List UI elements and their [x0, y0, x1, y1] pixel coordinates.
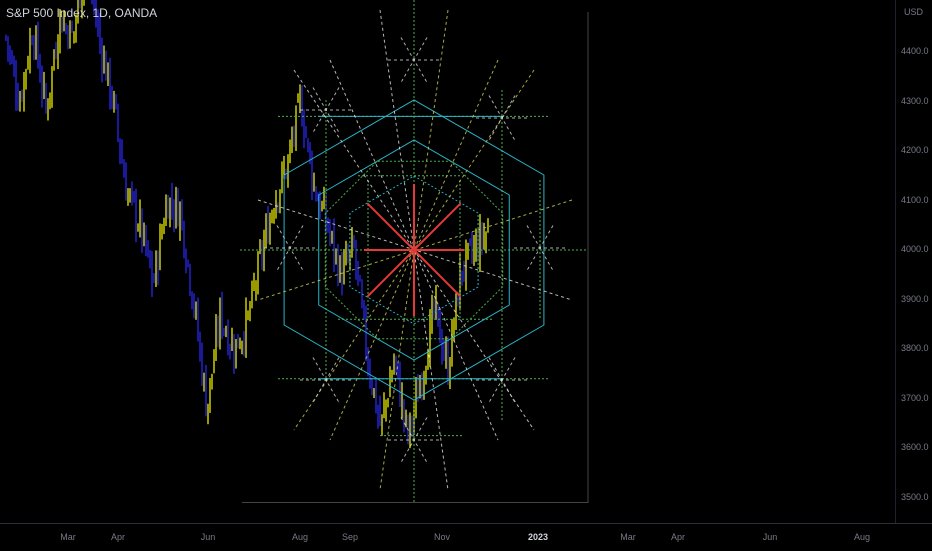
price-tick: 4100.0 — [901, 194, 929, 205]
symbol-label: S&P 500 Index, 1D, OANDA — [6, 6, 158, 20]
time-tick: Jun — [200, 532, 216, 542]
price-tick: 4300.0 — [901, 95, 929, 106]
price-tick: 3600.0 — [901, 442, 929, 452]
time-tick: Nov — [433, 532, 451, 542]
price-tick: 3500.0 — [901, 491, 929, 502]
price-scale[interactable]: USD — [895, 0, 932, 550]
time-tick: Mar — [620, 532, 636, 542]
time-tick: Aug — [853, 532, 871, 542]
price-tick: 3700.0 — [901, 392, 929, 403]
time-tick: Mar — [60, 532, 76, 542]
time-tick: Jun — [762, 532, 778, 542]
time-scale[interactable] — [0, 523, 932, 551]
price-tick: 3800.0 — [901, 343, 929, 353]
currency-label: USD — [904, 7, 924, 17]
price-bars — [5, 0, 489, 449]
price-tick: 4200.0 — [901, 145, 929, 155]
chart-canvas[interactable] — [0, 0, 932, 550]
time-tick: Sep — [341, 532, 359, 542]
time-tick: Aug — [291, 532, 309, 542]
price-tick: 4400.0 — [901, 46, 929, 56]
time-tick: Apr — [670, 532, 686, 542]
price-tick: 3900.0 — [901, 293, 929, 304]
price-tick: 4000.0 — [901, 244, 929, 254]
time-tick: Apr — [110, 532, 126, 542]
time-tick: 2023 — [527, 532, 549, 542]
